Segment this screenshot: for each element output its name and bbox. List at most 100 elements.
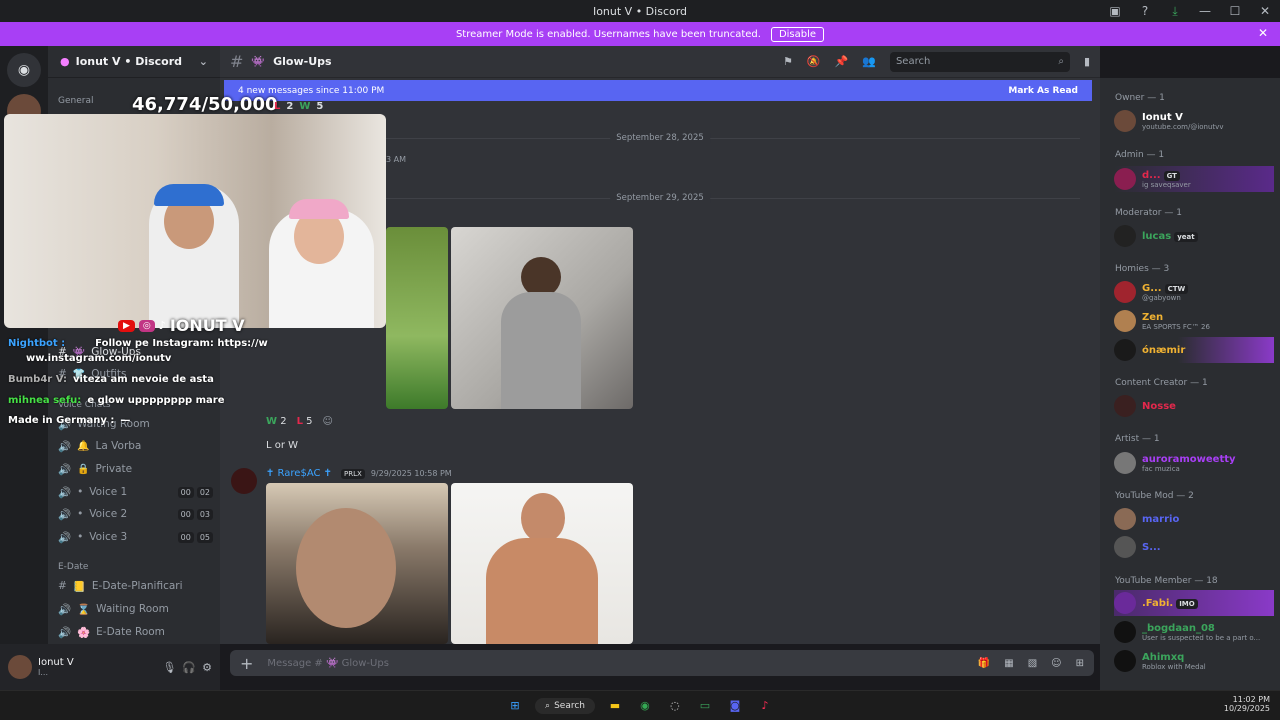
avatar <box>1114 110 1136 132</box>
channel-e-date-waiting-room[interactable]: 🔊 ⌛ Waiting Room <box>58 599 213 619</box>
maximize-button[interactable]: ☐ <box>1220 0 1250 22</box>
threads-icon[interactable]: ⚑ <box>783 55 793 68</box>
speaker-icon: 🔊 <box>58 531 72 544</box>
search-icon: ⌕ <box>1058 56 1064 67</box>
chrome-icon[interactable]: ◉ <box>635 696 655 716</box>
member-item[interactable]: ónæmir <box>1114 337 1274 363</box>
avatar <box>1114 592 1136 614</box>
speaker-icon: 🔊 <box>58 508 72 521</box>
gift-icon[interactable]: 🎁 <box>978 658 990 669</box>
message-image[interactable] <box>451 483 633 644</box>
member-item[interactable]: S... <box>1114 534 1274 560</box>
clock[interactable]: 11:02 PM 10/29/2025 <box>1224 695 1270 713</box>
member-item[interactable]: marrio <box>1114 506 1274 532</box>
windows-start-icon[interactable]: ⊞ <box>505 696 525 716</box>
discord-home-icon[interactable]: ◉ <box>7 53 41 87</box>
minimize-button[interactable]: — <box>1190 0 1220 22</box>
user-status: I... <box>38 668 48 677</box>
instagram-icon: ◎ <box>138 319 155 332</box>
category-e-date[interactable]: E-Date <box>58 562 88 572</box>
role-header: Homies — 3 <box>1115 264 1170 274</box>
role-header: YouTube Mod — 2 <box>1115 491 1194 501</box>
member-item[interactable]: _bogdaan_08 User is suspected to be a par… <box>1114 619 1274 645</box>
mark-as-read-button[interactable]: Mark As Read <box>1008 86 1078 96</box>
member-list: Owner — 1 Ionut Vyoutube.com/@ionutvv Ad… <box>1100 78 1280 690</box>
server-name: Ionut V • Discord <box>75 55 183 68</box>
member-item[interactable]: Zen EA SPORTS FC™ 26 <box>1114 308 1274 334</box>
avatar <box>1114 281 1136 303</box>
avatar[interactable] <box>231 468 257 494</box>
member-list-icon[interactable]: 👥 <box>862 55 876 68</box>
inbox-icon[interactable]: ▣ <box>1100 0 1130 22</box>
role-header: Admin — 1 <box>1115 150 1165 160</box>
overlay-chat-line: mihnea sefu: e glow upppppppp mare <box>8 395 225 406</box>
channel-voice-3[interactable]: 🔊 • Voice 3 00 05 <box>58 527 213 547</box>
overlay-chat-line: ww.instagram.com/ionutv <box>26 353 172 364</box>
channel-private[interactable]: 🔊 🔒 Private <box>58 459 213 479</box>
member-item[interactable]: d... GT ig saveqsaver <box>1114 166 1274 192</box>
streamer-mode-banner: Streamer Mode is enabled. Usernames have… <box>0 22 1280 46</box>
message-image[interactable] <box>386 227 448 409</box>
channel-la-vorba[interactable]: 🔊 🔔 La Vorba <box>58 436 213 456</box>
overlay-chat-line: Bumb4r V: viteza am nevoie de asta <box>8 374 214 385</box>
pin-icon[interactable]: 📌 <box>835 55 849 68</box>
role-header: Moderator — 1 <box>1115 208 1182 218</box>
close-icon[interactable]: ✕ <box>1258 26 1268 40</box>
member-item[interactable]: G... CTW @gabyown <box>1114 279 1274 305</box>
server-header[interactable]: ● Ionut V • Discord ⌄ <box>48 46 220 78</box>
file-explorer-icon[interactable]: ▬ <box>605 696 625 716</box>
channel-voice-1[interactable]: 🔊 • Voice 1 00 02 <box>58 482 213 502</box>
member-item[interactable]: auroramoweetty fac muzica <box>1114 450 1274 476</box>
add-attachment-icon[interactable]: + <box>240 654 253 673</box>
discord-icon[interactable]: ◙ <box>725 696 745 716</box>
avatar <box>1114 452 1136 474</box>
help-icon[interactable]: ? <box>1130 0 1160 22</box>
reaction-w[interactable]: W 2 <box>266 416 287 427</box>
channel-e-date-planificari[interactable]: # 📒 E-Date-Planificari <box>58 576 213 596</box>
inbox-icon[interactable]: ▮ <box>1084 55 1090 68</box>
tiktok-icon[interactable]: ♪ <box>755 696 775 716</box>
subscriber-counter: 46,774/50,000 <box>132 94 278 115</box>
member-item[interactable]: Ahimxq Roblox with Medal <box>1114 648 1274 674</box>
channel-voice-2[interactable]: 🔊 • Voice 2 00 03 <box>58 504 213 524</box>
emoji-icon[interactable]: ☺ <box>1051 658 1061 669</box>
app-icon[interactable]: ▭ <box>695 696 715 716</box>
message-input[interactable]: + Message # 👾 Glow-Ups 🎁 ▦ ▧ ☺ ⊞ <box>230 650 1094 676</box>
app-icon[interactable]: ◌ <box>665 696 685 716</box>
new-messages-bar[interactable]: 4 new messages since 11:00 PM Mark As Re… <box>224 80 1092 101</box>
avatar <box>1114 339 1136 361</box>
add-reaction-icon[interactable]: ☺ <box>323 416 333 427</box>
sticker-icon[interactable]: ▧ <box>1028 658 1037 669</box>
member-item[interactable]: Ionut Vyoutube.com/@ionutvv <box>1114 108 1274 134</box>
microphone-icon[interactable]: 🎙 <box>162 661 176 674</box>
disable-button[interactable]: Disable <box>770 26 825 42</box>
member-item[interactable]: lucas yeat <box>1114 223 1274 249</box>
author-name[interactable]: ✝ Rare$AC ✝ <box>266 468 332 479</box>
settings-gear-icon[interactable]: ⚙ <box>202 661 212 674</box>
guild-tag: PRLX <box>341 468 365 479</box>
download-icon[interactable]: ⤓ <box>1160 0 1190 22</box>
close-button[interactable]: ✕ <box>1250 0 1280 22</box>
overlay-chat-line: Nightbot : Follow pe Instagram: https://w <box>8 338 268 349</box>
member-item[interactable]: Nosse <box>1114 393 1274 419</box>
message-header: ✝ Rare$AC ✝ PRLX 9/29/2025 10:58 PM <box>266 468 452 479</box>
role-header: Owner — 1 <box>1115 93 1165 103</box>
member-item[interactable]: .Fabi. IMO <box>1114 590 1274 616</box>
search-input[interactable]: Search ⌕ <box>889 51 1070 72</box>
apps-icon[interactable]: ⊞ <box>1076 658 1084 669</box>
channel-e-date-room[interactable]: 🔊 🌸 E-Date Room <box>58 622 213 642</box>
message-image[interactable] <box>266 483 448 644</box>
notification-bell-icon[interactable]: 🔕 <box>807 55 821 68</box>
avatar <box>1114 508 1136 530</box>
message-timestamp: 9/29/2025 10:58 PM <box>370 469 452 478</box>
role-header: YouTube Member — 18 <box>1115 576 1218 586</box>
headphones-icon[interactable]: 🎧 <box>182 661 196 674</box>
message-image[interactable] <box>451 227 633 409</box>
gif-icon[interactable]: ▦ <box>1004 658 1013 669</box>
taskbar-search[interactable]: ⌕ Search <box>535 697 595 714</box>
avatar <box>1114 650 1136 672</box>
avatar[interactable] <box>8 655 32 679</box>
reaction-l[interactable]: L 5 <box>297 416 313 427</box>
overlay-votes: L2 W5 <box>274 101 324 112</box>
category-general[interactable]: General <box>58 96 93 106</box>
